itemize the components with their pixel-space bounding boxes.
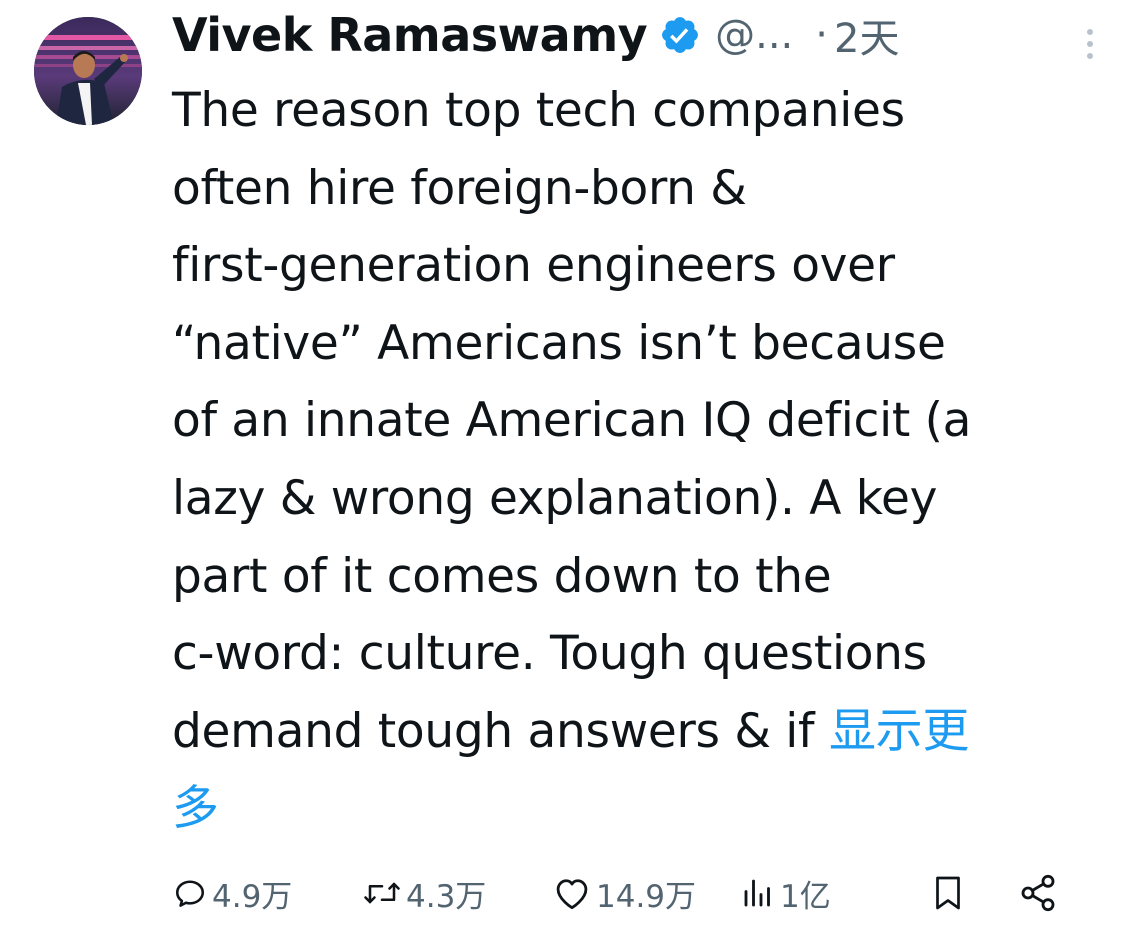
- views-button[interactable]: 1亿: [740, 862, 831, 924]
- reply-count: 4.9万: [212, 878, 293, 915]
- bookmark-icon: [930, 873, 966, 913]
- bookmark-button[interactable]: [930, 862, 966, 924]
- tweet-body: The reason top tech companies often hire…: [172, 72, 1102, 848]
- like-button[interactable]: 14.9万: [552, 862, 696, 924]
- retweet-icon: [362, 875, 402, 911]
- share-button[interactable]: [1018, 862, 1058, 924]
- share-icon: [1018, 873, 1058, 913]
- show-more-label-line2[interactable]: 多: [172, 781, 219, 836]
- handle[interactable]: @...: [715, 12, 793, 58]
- more-options-icon[interactable]: [1078, 26, 1102, 62]
- views-count: 1亿: [780, 878, 831, 915]
- tweet-header: Vivek Ramaswamy @... · 2天: [172, 4, 1102, 66]
- retweet-count: 4.3万: [406, 878, 487, 915]
- timestamp[interactable]: 2天: [834, 6, 899, 64]
- tweet-card[interactable]: Vivek Ramaswamy @... · 2天 The reason top…: [0, 0, 1124, 944]
- separator-dot: ·: [815, 12, 828, 58]
- like-count: 14.9万: [596, 878, 697, 915]
- reply-button[interactable]: 4.9万: [172, 862, 292, 924]
- retweet-button[interactable]: 4.3万: [362, 862, 486, 924]
- views-icon: [740, 875, 776, 911]
- show-more-label-line1[interactable]: 显示更: [829, 704, 969, 759]
- tweet-text: The reason top tech companies often hire…: [172, 83, 972, 759]
- avatar[interactable]: [34, 17, 142, 125]
- display-name[interactable]: Vivek Ramaswamy: [172, 8, 648, 62]
- action-bar: 4.9万 4.3万 14.9万 1亿: [172, 862, 1072, 924]
- verified-badge-icon[interactable]: [659, 14, 701, 56]
- heart-icon: [552, 875, 592, 911]
- reply-icon: [172, 875, 208, 911]
